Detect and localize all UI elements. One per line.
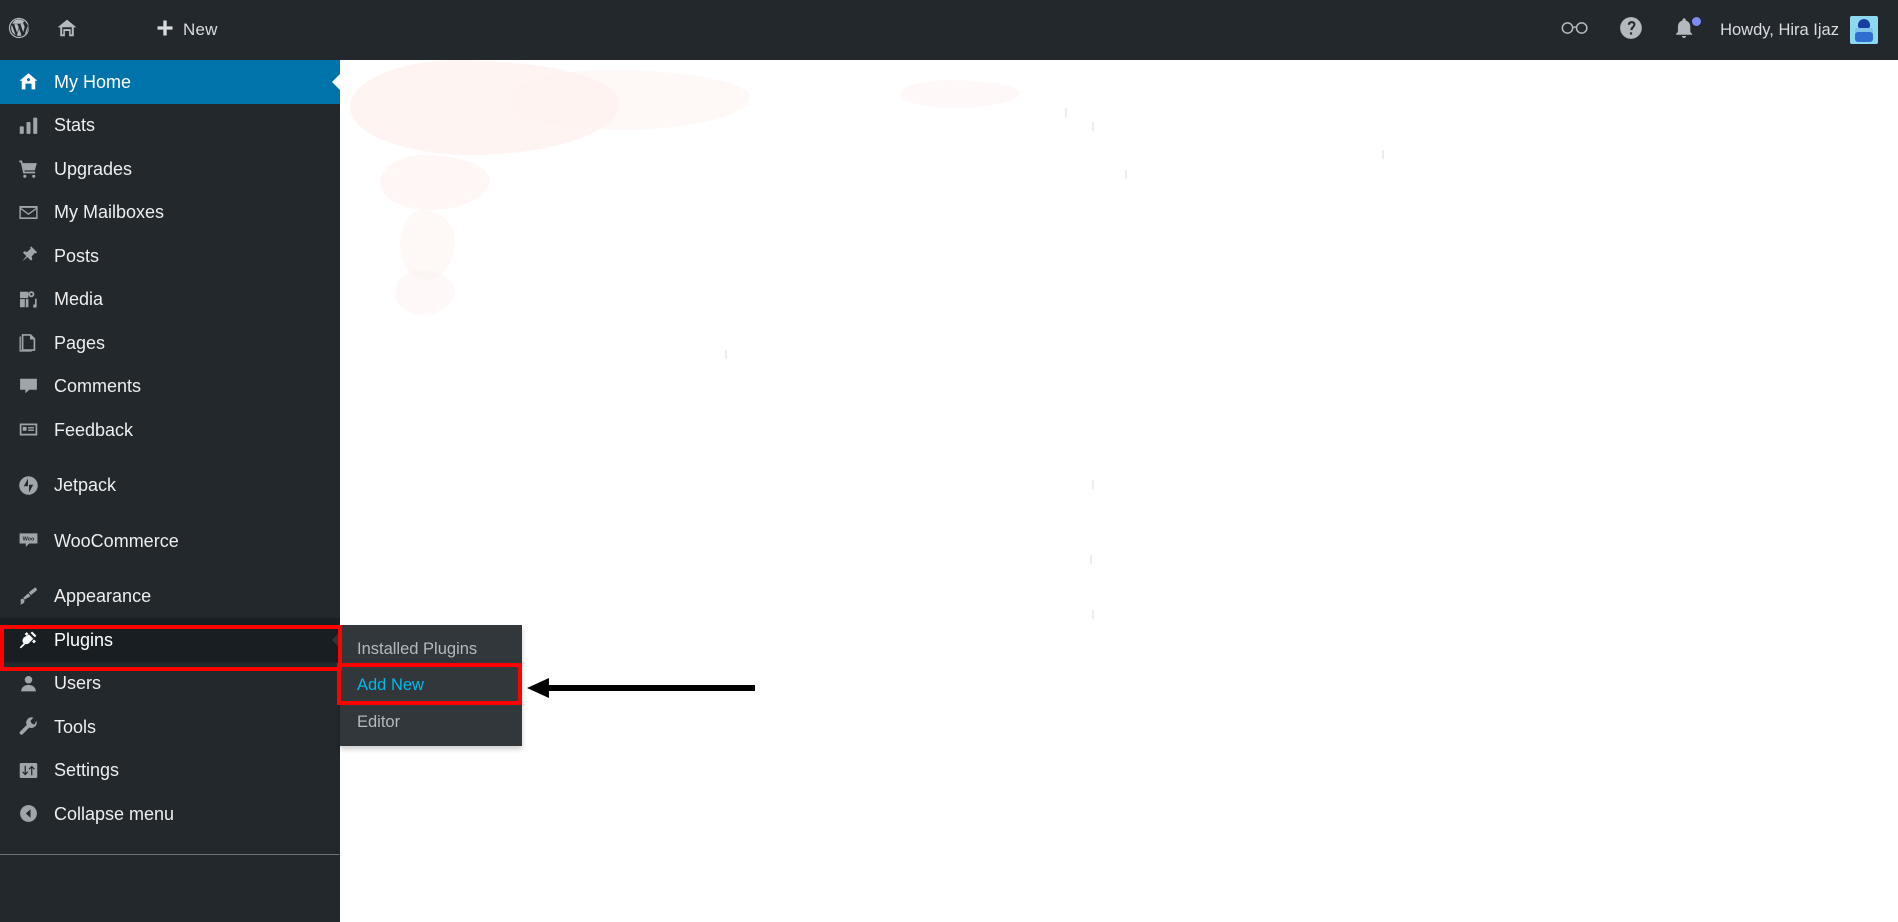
site-home-link[interactable] bbox=[42, 0, 92, 60]
sidebar-item-label: Jetpack bbox=[54, 475, 117, 496]
sidebar-item-label: Settings bbox=[54, 760, 120, 781]
sidebar-item-appearance[interactable]: Appearance bbox=[0, 575, 340, 619]
sidebar-item-label: Collapse menu bbox=[54, 803, 175, 824]
sidebar-item-label: Comments bbox=[54, 376, 142, 397]
sidebar-item-label: Upgrades bbox=[54, 158, 133, 179]
wordpress-logo-icon bbox=[8, 17, 30, 44]
new-content-label: New bbox=[183, 20, 218, 39]
sidebar-item-label: My Home bbox=[54, 71, 132, 92]
sidebar-item-label: Plugins bbox=[54, 629, 114, 650]
media-icon bbox=[10, 289, 46, 310]
background-artifact bbox=[1065, 108, 1067, 117]
admin-menu: My Home Stats Upgrades My Mailboxes Posts Med… bbox=[0, 60, 341, 836]
wordpress-admin-screen: New Howdy, Hira Ijaz My Home Stats Upgra… bbox=[0, 0, 1898, 922]
sidebar-item-woocommerce[interactable]: Woo WooCommerce bbox=[0, 519, 340, 563]
new-content-menu[interactable]: New bbox=[144, 0, 229, 60]
plugins-submenu: Installed Plugins Add New Editor bbox=[340, 625, 522, 746]
comment-icon bbox=[10, 376, 46, 397]
glasses-icon bbox=[1560, 19, 1590, 42]
sidebar-item-collapse-menu[interactable]: Collapse menu bbox=[0, 792, 340, 836]
background-artifact bbox=[725, 350, 727, 359]
sidebar-item-jetpack[interactable]: Jetpack bbox=[0, 464, 340, 508]
user-icon bbox=[10, 673, 46, 694]
submenu-item-editor[interactable]: Editor bbox=[340, 704, 522, 740]
main-content-area bbox=[340, 60, 1898, 922]
help-circle-icon bbox=[1618, 15, 1644, 46]
sidebar-item-label: My Mailboxes bbox=[54, 202, 165, 223]
sidebar-item-pages[interactable]: Pages bbox=[0, 321, 340, 365]
sidebar-item-label: Stats bbox=[54, 115, 96, 136]
admin-bar-left: New bbox=[0, 0, 229, 60]
greeting-label: Howdy, Hira Ijaz bbox=[1720, 20, 1839, 39]
sidebar-item-label: Feedback bbox=[54, 419, 134, 440]
admin-sidebar: My Home Stats Upgrades My Mailboxes Posts Med… bbox=[0, 60, 341, 922]
sidebar-item-settings[interactable]: Settings bbox=[0, 749, 340, 793]
sidebar-item-stats[interactable]: Stats bbox=[0, 104, 340, 148]
sidebar-item-label: Media bbox=[54, 289, 104, 310]
sidebar-item-feedback[interactable]: Feedback bbox=[0, 408, 340, 452]
chart-bar-icon bbox=[10, 115, 46, 136]
notifications-button[interactable] bbox=[1658, 0, 1710, 60]
home-icon bbox=[10, 71, 46, 92]
wordpress-logo-menu[interactable] bbox=[0, 0, 42, 60]
plug-icon bbox=[10, 629, 46, 650]
background-artifact bbox=[1125, 170, 1127, 179]
sidebar-item-comments[interactable]: Comments bbox=[0, 365, 340, 409]
home-icon bbox=[56, 17, 78, 44]
background-artifact bbox=[395, 270, 455, 315]
background-artifact bbox=[1092, 480, 1094, 489]
sidebar-item-label: Appearance bbox=[54, 586, 152, 607]
sidebar-item-my-mailboxes[interactable]: My Mailboxes bbox=[0, 191, 340, 235]
avatar bbox=[1850, 16, 1878, 44]
background-artifact bbox=[1092, 122, 1094, 131]
notification-badge bbox=[1692, 17, 1702, 26]
background-artifact bbox=[380, 155, 490, 210]
sidebar-item-label: Tools bbox=[54, 716, 97, 737]
sidebar-item-posts[interactable]: Posts bbox=[0, 234, 340, 278]
sidebar-item-label: Users bbox=[54, 673, 102, 694]
sliders-icon bbox=[10, 760, 46, 781]
background-artifact bbox=[1092, 610, 1094, 619]
sidebar-item-my-home[interactable]: My Home bbox=[0, 60, 341, 104]
sidebar-item-upgrades[interactable]: Upgrades bbox=[0, 147, 340, 191]
reader-glasses-button[interactable] bbox=[1546, 0, 1604, 60]
sidebar-footer bbox=[0, 854, 340, 921]
account-menu[interactable]: Howdy, Hira Ijaz bbox=[1710, 0, 1890, 60]
help-button[interactable] bbox=[1604, 0, 1658, 60]
background-artifact bbox=[350, 60, 620, 155]
sidebar-item-label: Posts bbox=[54, 245, 100, 266]
background-artifact bbox=[900, 80, 1020, 108]
envelope-icon bbox=[10, 202, 46, 223]
admin-bar-right: Howdy, Hira Ijaz bbox=[1546, 0, 1898, 60]
pushpin-icon bbox=[10, 245, 46, 266]
cart-icon bbox=[10, 158, 46, 179]
background-artifact bbox=[400, 210, 455, 280]
sidebar-item-tools[interactable]: Tools bbox=[0, 705, 340, 749]
admin-bar: New Howdy, Hira Ijaz bbox=[0, 0, 1898, 60]
background-artifact bbox=[510, 70, 750, 130]
sidebar-item-label: WooCommerce bbox=[54, 530, 179, 551]
plus-icon bbox=[155, 18, 175, 43]
submenu-item-add-new[interactable]: Add New bbox=[340, 667, 522, 703]
woocommerce-icon: Woo bbox=[10, 530, 46, 551]
sidebar-item-plugins[interactable]: Plugins bbox=[0, 618, 341, 662]
background-artifact bbox=[1090, 555, 1092, 564]
feedback-icon bbox=[10, 419, 46, 440]
background-artifact bbox=[1382, 150, 1384, 159]
paintbrush-icon bbox=[10, 586, 46, 607]
sidebar-item-label: Pages bbox=[54, 332, 106, 353]
sidebar-item-media[interactable]: Media bbox=[0, 278, 340, 322]
svg-text:Woo: Woo bbox=[22, 537, 34, 543]
sidebar-item-users[interactable]: Users bbox=[0, 662, 340, 706]
collapse-icon bbox=[10, 803, 46, 824]
pages-icon bbox=[10, 332, 46, 353]
jetpack-icon bbox=[10, 475, 46, 496]
submenu-item-installed-plugins[interactable]: Installed Plugins bbox=[340, 631, 522, 667]
wrench-icon bbox=[10, 716, 46, 737]
